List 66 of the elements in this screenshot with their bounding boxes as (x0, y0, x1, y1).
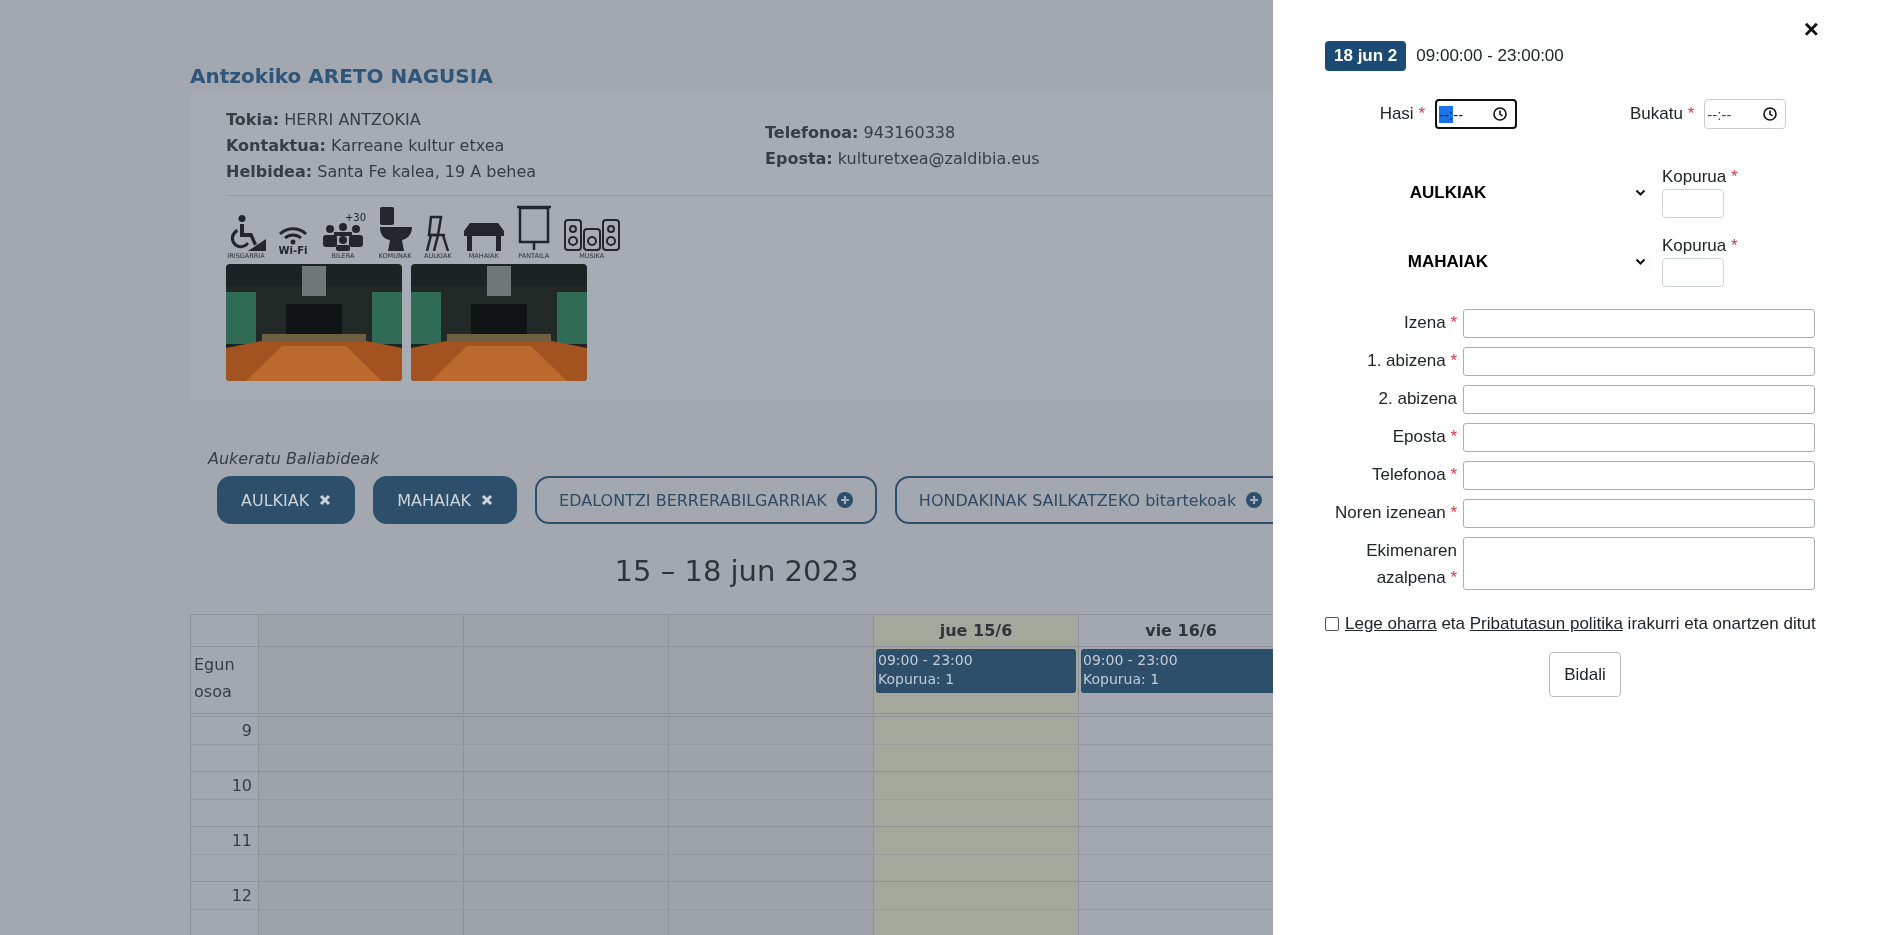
input-field[interactable] (1463, 309, 1815, 338)
field-label: Izena * (1403, 312, 1457, 334)
chevron-down-icon (1635, 188, 1646, 197)
resource-select[interactable]: AULKIAK (1325, 182, 1662, 203)
time-range: 09:00:00 - 23:00:00 (1416, 46, 1564, 66)
resource-chip[interactable]: MAHAIAK (373, 476, 518, 524)
input-field[interactable] (1463, 347, 1815, 376)
submit-button[interactable]: Bidali (1549, 652, 1621, 697)
hour-label: 10 (191, 772, 259, 827)
resource-chip[interactable]: AULKIAK (217, 476, 356, 524)
field-label: Ekimenaren azalpena * (1365, 540, 1457, 589)
table-icon (463, 223, 504, 251)
event-amount: Kopurua: 1 (878, 670, 956, 689)
event-time: 09:00 - 23:00 (878, 651, 974, 670)
event-card[interactable]: 09:00 - 23:00 Kopurua: 1 (876, 649, 1076, 693)
info-line: Tokia: HERRI ANTZOKIA (226, 109, 422, 131)
input-field[interactable] (1463, 499, 1815, 528)
venue-title: Antzokiko ARETO NAGUSIA (190, 64, 494, 88)
quantity-label: Kopurua * (1662, 167, 1738, 187)
date-badge: 18 jun 2 (1325, 41, 1407, 71)
time-label: Bukatu * (1630, 104, 1695, 124)
toilet-icon (378, 207, 412, 251)
event-time: 09:00 - 23:00 (1083, 651, 1179, 670)
info-line: Kontaktua: Karreane kultur etxea (226, 135, 506, 157)
clock-icon (1493, 107, 1507, 121)
resources-heading: Aukeratu Baliabideak (208, 449, 381, 468)
chair-icon (424, 215, 451, 251)
quantity-label: Kopurua * (1662, 236, 1738, 256)
day-header: jue 15/6 (874, 615, 1079, 647)
hour-label: 12 (191, 882, 259, 935)
hour-label: 11 (191, 827, 259, 882)
field-label: 1. abizena * (1366, 350, 1457, 372)
consent-text: Lege oharra eta Pribatutasun politika irakurri eta onartzen ditut (1345, 614, 1816, 634)
close-icon (481, 494, 494, 506)
event-amount: Kopurua: 1 (1083, 670, 1161, 689)
input-field[interactable] (1463, 461, 1815, 490)
info-line: Telefonoa: 943160338 (765, 122, 957, 144)
field-label: Eposta * (1391, 426, 1457, 448)
field-label: Telefonoa * (1370, 464, 1457, 486)
chevron-down-icon (1635, 257, 1646, 266)
input-field[interactable] (1463, 385, 1815, 414)
projector-screen-icon (515, 205, 552, 251)
input-field[interactable] (1463, 423, 1815, 452)
event-card[interactable]: 09:00 - 23:00 Kopurua: 1 (1081, 649, 1273, 693)
plus-circle-icon (836, 492, 853, 508)
link[interactable]: Lege oharra (1345, 614, 1437, 633)
text-area[interactable] (1463, 537, 1815, 590)
time-label: Hasi * (1378, 104, 1425, 124)
clock-icon (1763, 107, 1778, 121)
info-line: Eposta: kulturetxea@zaldibia.eus (765, 148, 1041, 170)
link[interactable]: Pribatutasun politika (1469, 614, 1623, 633)
speakers-icon (563, 219, 620, 251)
quantity-field[interactable] (1662, 258, 1724, 287)
resource-select[interactable]: MAHAIAK (1325, 251, 1662, 272)
close-icon (319, 494, 332, 506)
time-field[interactable]: --:-- (1704, 99, 1787, 129)
resource-chip[interactable]: EDALONTZI BERRERABILGARRIAK (535, 476, 877, 524)
close-button[interactable]: × (1803, 16, 1819, 42)
quantity-field[interactable] (1662, 189, 1724, 218)
calendar-title: 15 – 18 jun 2023 (613, 554, 860, 588)
info-line: Helbidea: Santa Fe kalea, 19 A behea (226, 161, 538, 183)
plus-circle-icon (1246, 492, 1263, 508)
field-label: Noren izenean * (1334, 502, 1457, 524)
hour-label: 9 (191, 717, 259, 772)
checkbox[interactable] (1325, 617, 1339, 631)
field-label: 2. abizena (1377, 388, 1457, 410)
